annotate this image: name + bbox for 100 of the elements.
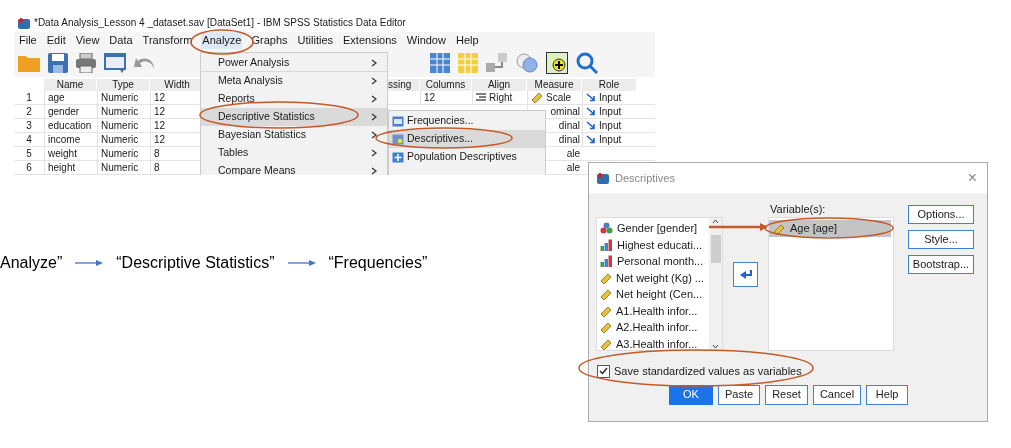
menu-item[interactable]: File bbox=[18, 32, 38, 49]
list-item[interactable]: Gender [gender] bbox=[600, 220, 709, 237]
scrollbar[interactable] bbox=[709, 218, 722, 350]
column-header: ssing bbox=[388, 79, 420, 91]
list-item[interactable]: A1.Health infor... bbox=[600, 302, 709, 319]
list-item[interactable]: Highest educati... bbox=[600, 236, 709, 253]
data-view-icon[interactable] bbox=[104, 52, 126, 73]
menu-item[interactable]: Analyze bbox=[201, 32, 243, 49]
arrow-icon bbox=[287, 259, 316, 267]
menu-item[interactable]: Descriptive Statistics bbox=[201, 108, 387, 126]
menu-item[interactable]: Descriptives... bbox=[389, 130, 545, 148]
menu-item[interactable]: Power Analysis bbox=[201, 54, 387, 72]
menu-item[interactable]: Window bbox=[405, 32, 447, 49]
checkbox-row[interactable]: Save standardized values as variables bbox=[589, 363, 987, 380]
grid-icon[interactable] bbox=[430, 52, 450, 73]
table-cell-text: Right bbox=[489, 91, 513, 105]
align-icon bbox=[476, 93, 486, 102]
column-header: Columns bbox=[420, 79, 472, 91]
menu-item[interactable]: Graphs bbox=[250, 32, 289, 49]
chevron-icon bbox=[371, 113, 377, 121]
chevron-icon bbox=[371, 95, 377, 103]
ruler-icon bbox=[600, 288, 612, 301]
side-button[interactable]: Options... bbox=[908, 205, 974, 224]
table-cell: income bbox=[44, 132, 97, 147]
side-button[interactable]: Bootstrap... bbox=[908, 255, 974, 274]
ruler-icon bbox=[600, 304, 612, 317]
menu-item[interactable]: Extensions bbox=[342, 32, 398, 49]
arrow-icon bbox=[739, 269, 752, 280]
printer-icon[interactable] bbox=[76, 52, 96, 73]
move-button[interactable] bbox=[733, 262, 758, 287]
step-label: “Frequencies” bbox=[328, 253, 428, 273]
chevron-icon bbox=[371, 149, 377, 157]
menu-item[interactable]: Help bbox=[454, 32, 480, 49]
table-cell-text: dinal bbox=[558, 119, 580, 133]
menu-item[interactable]: Edit bbox=[45, 32, 67, 49]
table-icon bbox=[392, 115, 404, 127]
table-cell-text: Input bbox=[599, 91, 622, 105]
ruler-icon bbox=[600, 321, 612, 334]
list-item[interactable]: Net weight (Kg) ... bbox=[600, 269, 709, 286]
save-icon[interactable] bbox=[48, 52, 68, 73]
circles-icon bbox=[600, 222, 613, 235]
highlight-ellipse bbox=[190, 29, 254, 55]
column-header: Measure bbox=[527, 79, 582, 91]
row-number: 6 bbox=[25, 161, 33, 175]
menu-item[interactable]: Transform bbox=[141, 32, 194, 49]
plus-icon bbox=[392, 151, 404, 163]
checkbox[interactable] bbox=[597, 364, 610, 378]
row-number: 2 bbox=[25, 105, 33, 119]
list-item[interactable]: Personal month... bbox=[600, 253, 709, 270]
add-icon[interactable] bbox=[546, 51, 568, 74]
close-button[interactable]: × bbox=[965, 170, 979, 186]
row-number: 4 bbox=[25, 133, 33, 147]
table-cell-text: Input bbox=[599, 133, 622, 147]
menu-item[interactable]: View bbox=[74, 32, 101, 49]
list-item[interactable]: Age [age] bbox=[769, 220, 891, 237]
row-number: 5 bbox=[25, 147, 33, 161]
dialog-button[interactable]: Reset bbox=[765, 384, 808, 405]
table-cell: Numeric bbox=[97, 160, 150, 175]
app-icon bbox=[597, 172, 609, 184]
scrollbar-thumb[interactable] bbox=[710, 235, 721, 263]
list-item[interactable]: Net height (Cen... bbox=[600, 286, 709, 303]
list-item[interactable]: A2.Health infor... bbox=[600, 319, 709, 336]
list-item[interactable]: A3.Health infor... bbox=[600, 335, 709, 350]
dialog-button[interactable]: Cancel bbox=[812, 384, 862, 405]
table-cell-text: ale bbox=[566, 161, 580, 175]
dialog-button[interactable]: Paste bbox=[718, 384, 761, 405]
table-cell-text: dinal bbox=[558, 133, 580, 147]
menu-item[interactable]: Data bbox=[108, 32, 134, 49]
column-header: Type bbox=[97, 79, 150, 91]
checkmark-icon bbox=[599, 367, 608, 376]
bars-icon bbox=[600, 238, 613, 251]
chevron-icon bbox=[371, 167, 377, 175]
bars-icon bbox=[600, 255, 613, 268]
search-icon[interactable] bbox=[576, 51, 598, 74]
table-cell: age bbox=[44, 90, 97, 105]
circles-icon[interactable] bbox=[516, 52, 538, 73]
arrow-icon bbox=[586, 107, 596, 116]
menu-item[interactable]: Population Descriptives bbox=[389, 148, 545, 166]
pointer-arrow bbox=[709, 223, 768, 231]
menu-item[interactable]: Utilities bbox=[296, 32, 334, 49]
arrow-icon bbox=[586, 121, 596, 130]
dialog-button[interactable]: OK bbox=[669, 384, 713, 405]
row-number: 3 bbox=[25, 119, 33, 133]
side-button[interactable]: Style... bbox=[908, 230, 974, 249]
ruler-icon bbox=[600, 337, 612, 350]
table-cell: Numeric bbox=[97, 146, 150, 161]
table-cell-text: ale bbox=[566, 147, 580, 161]
table-cell: gender bbox=[44, 104, 97, 119]
arrow-icon bbox=[586, 135, 596, 144]
table-cell-text: ominal bbox=[550, 105, 580, 119]
chart-icon bbox=[392, 133, 404, 145]
folder-icon[interactable] bbox=[18, 53, 40, 72]
list-label: Variable(s): bbox=[769, 203, 827, 215]
up-icon bbox=[712, 219, 719, 224]
table-cell: Numeric bbox=[97, 104, 150, 119]
dialog-button[interactable]: Help bbox=[866, 384, 909, 405]
split-icon[interactable] bbox=[486, 52, 508, 73]
column-header: Name bbox=[44, 79, 97, 91]
menu-item[interactable]: Frequencies... bbox=[389, 112, 545, 130]
arrow-icon bbox=[75, 259, 104, 267]
